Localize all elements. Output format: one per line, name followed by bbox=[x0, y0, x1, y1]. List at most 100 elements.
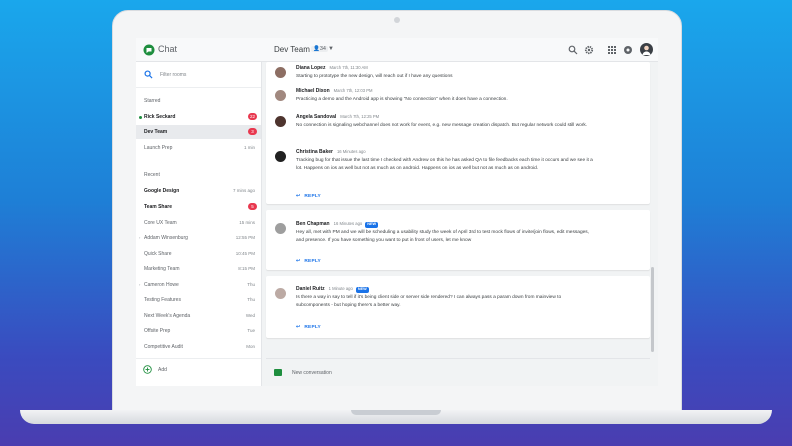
sidebar-item-team-share[interactable]: Team Share 5 bbox=[136, 200, 261, 214]
new-badge: NEW bbox=[365, 222, 379, 228]
sidebar-item-competitive-audit[interactable]: Competitive Audit Mon bbox=[136, 340, 261, 354]
new-badge: NEW bbox=[355, 287, 369, 293]
sidebar-divider bbox=[136, 358, 261, 359]
avatar bbox=[275, 151, 286, 162]
apps-grid-icon[interactable] bbox=[607, 45, 617, 55]
sidebar-item-label: Addam Winsenburg bbox=[144, 235, 188, 241]
online-indicator bbox=[139, 116, 142, 119]
message-text: Hey all, met with PM and we will be sche… bbox=[296, 230, 590, 244]
message-text: Tracking bug for that issue the last tim… bbox=[296, 158, 593, 172]
scrollbar[interactable] bbox=[651, 267, 654, 352]
sidebar-item-dev-team[interactable]: Dev Team 3 bbox=[136, 125, 261, 139]
reply-label: REPLY bbox=[304, 194, 321, 199]
sidebar-item-time: 15 mins bbox=[239, 220, 255, 225]
new-conversation-input[interactable] bbox=[292, 368, 592, 378]
sidebar-item-time: 7 mins ago bbox=[232, 188, 255, 193]
message-author: Michael Dixon March 7th, 12:03 PM bbox=[296, 88, 373, 94]
sidebar-item-time: 1 min bbox=[243, 145, 255, 150]
sidebar-item-label: Google Design bbox=[144, 188, 180, 194]
author-name: Diana Lopez bbox=[296, 65, 326, 71]
message-author: Ben Chapman 16 Minutes ago NEW bbox=[296, 221, 379, 228]
reply-button[interactable]: ↩ REPLY bbox=[296, 258, 321, 264]
chat-logo-icon bbox=[143, 44, 155, 56]
starred-section-label: Starred bbox=[144, 98, 161, 104]
user-icon bbox=[642, 45, 651, 55]
sidebar-item-label: Testing Features bbox=[144, 297, 181, 303]
sidebar-item-cameron-howe[interactable]: › Cameron Howe Thu bbox=[136, 278, 261, 292]
sidebar-item-launch-prep[interactable]: Launch Prep 1 min bbox=[136, 141, 261, 155]
sidebar-item-addam-winsenburg[interactable]: › Addam Winsenburg 12:55 PM bbox=[136, 231, 261, 245]
message-author: Diana Lopez March 7th, 11:30 AM bbox=[296, 65, 368, 71]
add-room-button[interactable]: Add bbox=[136, 360, 261, 382]
member-count-value: 34 bbox=[319, 46, 326, 52]
sidebar-item-label: Marketing Team bbox=[144, 266, 180, 272]
message-text: Is there a way in say to tell if it's be… bbox=[296, 295, 562, 309]
sidebar-item-label: Competitive Audit bbox=[144, 344, 183, 350]
sidebar-item-label: Next Week's Agenda bbox=[144, 313, 191, 319]
sidebar-item-label: Offsite Prep bbox=[144, 328, 171, 334]
sidebar-item-label: Team Share bbox=[144, 204, 172, 210]
sidebar-item-marketing-team[interactable]: Marketing Team 8:15 PM bbox=[136, 262, 261, 276]
unread-badge: 22 bbox=[247, 113, 257, 120]
reply-icon: ↩ bbox=[296, 324, 301, 330]
sidebar: Starred Rick Seckard 22 Dev Team 3 Launc… bbox=[136, 62, 262, 386]
sidebar-item-next-weeks-agenda[interactable]: Next Week's Agenda Wed bbox=[136, 309, 261, 323]
sidebar-item-label: Launch Prep bbox=[144, 145, 173, 151]
chat-window: Chat Dev Team 👤34 ▼ Filter rooms Starred… bbox=[136, 38, 658, 386]
sidebar-item-quick-share[interactable]: Quick Share 10:45 PM bbox=[136, 247, 261, 261]
add-icon bbox=[143, 365, 152, 374]
sidebar-item-time: Thu bbox=[247, 297, 255, 302]
reply-button[interactable]: ↩ REPLY bbox=[296, 324, 321, 330]
base-notch bbox=[351, 410, 441, 415]
camera-dot bbox=[394, 17, 400, 23]
chevron-down-icon[interactable]: ▼ bbox=[328, 46, 334, 52]
search-icon[interactable] bbox=[568, 45, 578, 55]
sidebar-item-testing-features[interactable]: Testing Features Thu bbox=[136, 293, 261, 307]
message-text: Practicing a demo and the Android app is… bbox=[296, 97, 508, 102]
message-time: March 7th, 12:25 PM bbox=[340, 114, 380, 119]
filter-rooms-input[interactable] bbox=[160, 70, 250, 80]
account-avatar[interactable] bbox=[640, 43, 653, 56]
thread-card: Daniel Ruitz 1 Minute ago NEW Is there a w… bbox=[266, 276, 650, 338]
member-count[interactable]: 👤34 bbox=[311, 46, 328, 52]
author-name: Angela Sandoval bbox=[296, 114, 337, 120]
room-title[interactable]: Dev Team bbox=[274, 45, 310, 54]
new-conversation-icon bbox=[274, 369, 282, 376]
filter-search-icon bbox=[144, 70, 153, 79]
reply-icon: ↩ bbox=[296, 258, 301, 264]
sidebar-item-time: 12:55 PM bbox=[235, 235, 255, 240]
sidebar-item-time: Thu bbox=[247, 282, 255, 287]
notifications-icon[interactable] bbox=[623, 45, 633, 55]
sidebar-item-time: Wed bbox=[245, 313, 255, 318]
message-time: 16 Minutes ago bbox=[333, 221, 363, 226]
sidebar-item-label: Dev Team bbox=[144, 129, 168, 135]
avatar bbox=[275, 223, 286, 234]
sidebar-item-core-ux-team[interactable]: Core UX Team 15 mins bbox=[136, 216, 261, 230]
sidebar-item-time: 8:15 PM bbox=[238, 266, 255, 271]
author-name: Christina Baker bbox=[296, 149, 333, 155]
sidebar-item-google-design[interactable]: Google Design 7 mins ago bbox=[136, 184, 261, 198]
reply-icon: ↩ bbox=[296, 193, 301, 199]
top-bar: Chat Dev Team 👤34 ▼ bbox=[136, 38, 658, 62]
message-text: No connection is signaling webchannel do… bbox=[296, 123, 588, 128]
sidebar-item-time: Mon bbox=[246, 344, 255, 349]
gear-icon[interactable] bbox=[584, 45, 594, 55]
unread-badge: 3 bbox=[248, 128, 257, 135]
message-author: Angela Sandoval March 7th, 12:25 PM bbox=[296, 114, 379, 120]
recent-section-label: Recent bbox=[144, 172, 160, 178]
sidebar-item-offsite-prep[interactable]: Offsite Prep Tue bbox=[136, 324, 261, 338]
sidebar-item-label: Core UX Team bbox=[144, 220, 177, 226]
message-time: 16 Minutes ago bbox=[336, 149, 366, 154]
sidebar-item-rick-seckard[interactable]: Rick Seckard 22 bbox=[136, 110, 261, 124]
reply-label: REPLY bbox=[304, 259, 321, 264]
avatar bbox=[275, 288, 286, 299]
message-time: March 7th, 12:03 PM bbox=[333, 88, 373, 93]
reply-button[interactable]: ↩ REPLY bbox=[296, 193, 321, 199]
message-author: Christina Baker 16 Minutes ago bbox=[296, 149, 366, 155]
avatar bbox=[275, 67, 286, 78]
add-label: Add bbox=[158, 367, 167, 373]
message-time: 1 Minute ago bbox=[328, 286, 353, 291]
reply-label: REPLY bbox=[304, 325, 321, 330]
composer-divider bbox=[266, 358, 650, 359]
sidebar-item-time: 10:45 PM bbox=[235, 251, 255, 256]
